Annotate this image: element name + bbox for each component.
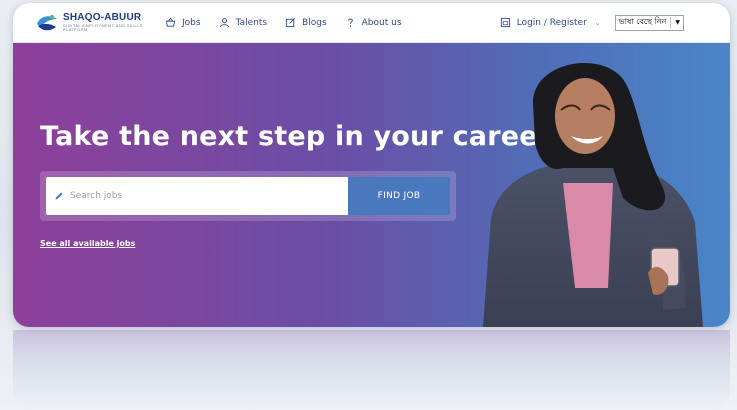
brand-logo[interactable]: SHAQO-ABUUR DIGITAL EMPLOYMENT AND SKILL… <box>35 11 145 35</box>
navbar: SHAQO-ABUUR DIGITAL EMPLOYMENT AND SKILL… <box>13 3 730 43</box>
nav-item-talents[interactable]: Talents <box>219 17 267 28</box>
language-selected: ভাষা বেছে নিন <box>618 17 667 26</box>
nav-item-jobs-label: Jobs <box>182 17 201 28</box>
language-select[interactable]: ভাষা বেছে নিন ▼ <box>614 14 684 31</box>
login-register-button[interactable]: Login / Register ⌄ <box>500 17 601 28</box>
brand-subtitle: DIGITAL EMPLOYMENT AND SKILLS PLATFORM <box>63 23 143 32</box>
see-all-jobs-link[interactable]: See all available jobs <box>40 239 135 248</box>
hero-card: SHAQO-ABUUR DIGITAL EMPLOYMENT AND SKILL… <box>13 3 730 327</box>
login-icon <box>500 17 510 28</box>
nav-item-about[interactable]: About us <box>345 17 402 28</box>
login-register-label: Login / Register <box>516 17 587 28</box>
pencil-icon <box>55 192 63 200</box>
search-field[interactable] <box>46 177 348 215</box>
edit-icon <box>285 18 295 28</box>
nav-item-blogs-label: Blogs <box>302 17 327 28</box>
nav-item-jobs[interactable]: Jobs <box>165 17 201 28</box>
nav-item-blogs[interactable]: Blogs <box>285 17 327 28</box>
logo-mark-icon <box>35 11 59 35</box>
hero-woman-image <box>483 62 703 327</box>
dropdown-arrow-icon: ▼ <box>675 19 680 26</box>
nav-item-about-label: About us <box>361 17 402 28</box>
user-icon <box>219 18 229 28</box>
hero-reflection <box>13 330 730 410</box>
question-icon <box>347 18 353 27</box>
chevron-down-icon: ⌄ <box>594 18 601 27</box>
search-input[interactable] <box>70 191 330 201</box>
search-bar: FIND JOB <box>40 171 456 221</box>
nav-item-talents-label: Talents <box>235 17 268 28</box>
basket-icon <box>165 17 176 27</box>
find-job-button[interactable]: FIND JOB <box>348 177 450 215</box>
nav-links: Jobs Talents Blogs About us <box>165 17 402 28</box>
brand-title: SHAQO-ABUUR <box>63 12 142 23</box>
